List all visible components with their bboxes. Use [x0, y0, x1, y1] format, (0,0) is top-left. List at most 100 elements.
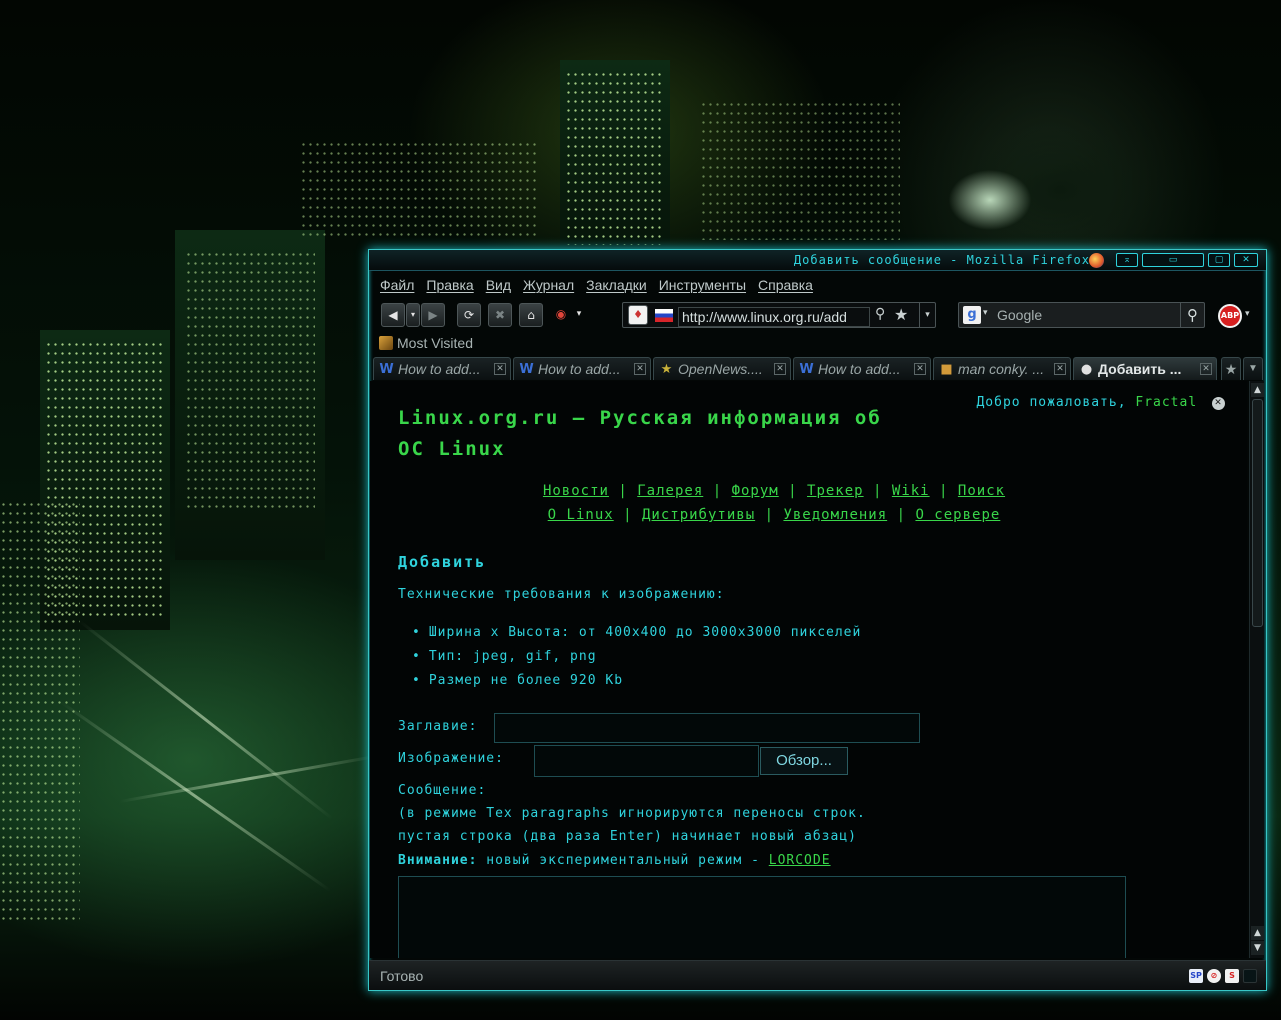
nav-notifications-link[interactable]: Уведомления	[783, 507, 887, 523]
nav-about-linux-link[interactable]: О Linux	[548, 507, 614, 523]
list-item: Ширина x Высота: от 400x400 до 3000x3000…	[412, 621, 861, 645]
bookmark-star-icon[interactable]: ★	[894, 305, 908, 324]
menu-view[interactable]: Вид	[486, 273, 511, 297]
tab-opennews[interactable]: ★ OpenNews.... ✕	[653, 357, 791, 380]
status-s-icon[interactable]: S	[1225, 969, 1239, 983]
window-titlebar[interactable]: Добавить сообщение - Mozilla Firefox ⌅ ▭…	[369, 250, 1266, 271]
tab-list-button[interactable]: ★	[1221, 357, 1241, 380]
wallpaper-city-lights	[565, 70, 665, 245]
vertical-scrollbar[interactable]: ▲ ▲ ▼	[1249, 381, 1264, 958]
adblock-plus-icon[interactable]: ABP	[1218, 304, 1242, 328]
message-textarea[interactable]	[398, 876, 1126, 958]
opennews-favicon-icon: ★	[660, 362, 673, 377]
nav-wiki-link[interactable]: Wiki	[892, 483, 930, 499]
tab-close-icon[interactable]: ✕	[494, 363, 506, 375]
tab-close-icon[interactable]: ✕	[634, 363, 646, 375]
scrollbar-thumb[interactable]	[1252, 399, 1263, 627]
tab-how-to-add-3[interactable]: W How to add... ✕	[793, 357, 931, 380]
scroll-up-icon[interactable]: ▲	[1251, 926, 1264, 940]
menu-bookmarks[interactable]: Закладки	[586, 273, 647, 297]
russian-flag-icon	[655, 309, 673, 322]
url-history-dropdown[interactable]: ▾	[919, 303, 935, 327]
nav-gallery-link[interactable]: Галерея	[637, 483, 703, 499]
wallpaper-city-lights	[185, 250, 315, 510]
maximize-button[interactable]: ▢	[1208, 253, 1230, 267]
wiki-favicon-icon: W	[799, 362, 814, 377]
site-nav: Новости | Галерея | Форум | Трекер | Wik…	[370, 479, 1178, 527]
tab-close-icon[interactable]: ✕	[914, 363, 926, 375]
status-text: Готово	[380, 968, 424, 984]
url-bar[interactable]: ♦ http://www.linux.org.ru/add ⚲ ★ ▾	[622, 302, 936, 328]
menu-help[interactable]: Справка	[758, 273, 813, 297]
url-input[interactable]: http://www.linux.org.ru/add	[678, 307, 870, 327]
wallpaper-street-light	[119, 754, 377, 803]
nav-forum-link[interactable]: Форум	[732, 483, 779, 499]
tab-add-message[interactable]: ● Добавить ... ✕	[1073, 357, 1217, 380]
title-input[interactable]	[494, 713, 920, 743]
list-item: Размер не более 920 Kb	[412, 669, 861, 693]
menu-tools[interactable]: Инструменты	[659, 273, 746, 297]
sp-addon-icon[interactable]: SP	[1189, 969, 1203, 983]
search-input[interactable]: Google	[997, 307, 1042, 323]
back-button[interactable]: ◀	[381, 303, 405, 327]
tab-close-icon[interactable]: ✕	[1054, 363, 1066, 375]
welcome-area: Добро пожаловать, Fractal ✕	[976, 395, 1225, 410]
minimize-button[interactable]: ▭	[1142, 253, 1204, 267]
page-content: Добро пожаловать, Fractal ✕ Linux.org.ru…	[370, 381, 1247, 958]
shade-button[interactable]: ⌅	[1116, 253, 1138, 267]
scroll-down-icon[interactable]: ▼	[1251, 941, 1264, 955]
tab-close-icon[interactable]: ✕	[774, 363, 786, 375]
navigation-toolbar: ◀ ▾ ▶ ⟳ ✖ ⌂ ◉ ▾ ♦ http://www.linux.org.r…	[369, 300, 1266, 332]
close-button[interactable]: ✕	[1234, 253, 1258, 267]
menu-file[interactable]: Файл	[380, 273, 414, 297]
conky-favicon-icon: ■	[940, 362, 953, 377]
google-engine-icon[interactable]: g	[963, 306, 981, 324]
tab-how-to-add-2[interactable]: W How to add... ✕	[513, 357, 651, 380]
nav-about-server-link[interactable]: О сервере	[915, 507, 1000, 523]
requirements-list: Ширина x Высота: от 400x400 до 3000x3000…	[412, 621, 861, 693]
nav-tracker-link[interactable]: Трекер	[807, 483, 864, 499]
window-title: Добавить сообщение - Mozilla Firefox	[793, 253, 1090, 267]
search-bar[interactable]: g ▾ Google ⚲	[958, 302, 1205, 328]
search-icon[interactable]: ⚲	[1180, 303, 1204, 327]
forward-button[interactable]: ▶	[421, 303, 445, 327]
note-line-1: (в режиме Tex paragraphs игнорируются пе…	[398, 806, 866, 821]
note-line-2: пустая строка (два раза Enter) начинает …	[398, 829, 857, 844]
folder-icon	[379, 336, 393, 350]
tab-close-icon[interactable]: ✕	[1200, 363, 1212, 375]
stop-button[interactable]: ✖	[488, 303, 512, 327]
search-key-icon[interactable]: ⚲	[875, 306, 885, 322]
wallpaper-city-lights	[700, 100, 900, 240]
noscript-icon[interactable]: ⊘	[1207, 969, 1221, 983]
nav-news-link[interactable]: Новости	[543, 483, 609, 499]
logout-close-icon[interactable]: ✕	[1212, 397, 1225, 410]
scroll-up-icon[interactable]: ▲	[1251, 383, 1264, 397]
all-tabs-dropdown[interactable]: ▼	[1243, 357, 1263, 380]
addon-icon[interactable]: ◉	[549, 303, 573, 327]
addon-dropdown[interactable]: ▾	[572, 303, 586, 327]
wiki-favicon-icon: W	[519, 362, 534, 377]
home-button[interactable]: ⌂	[519, 303, 543, 327]
back-history-dropdown[interactable]: ▾	[406, 303, 420, 327]
tech-requirements-heading: Технические требования к изображению:	[398, 587, 725, 602]
tab-man-conky[interactable]: ■ man conky. ... ✕	[933, 357, 1071, 380]
image-file-input[interactable]	[534, 745, 759, 777]
reload-button[interactable]: ⟳	[457, 303, 481, 327]
nav-distros-link[interactable]: Дистрибутивы	[642, 507, 755, 523]
user-link[interactable]: Fractal	[1135, 395, 1197, 410]
adblock-dropdown-icon[interactable]: ▾	[1245, 309, 1250, 319]
browse-button[interactable]: Обзор...	[760, 747, 848, 775]
site-title: Linux.org.ru — Русская информация об ОС …	[398, 407, 882, 460]
menu-history[interactable]: Журнал	[523, 273, 574, 297]
most-visited-bookmark[interactable]: Most Visited	[379, 335, 473, 351]
wallpaper-face	[940, 130, 1170, 260]
menu-edit[interactable]: Правка	[426, 273, 473, 297]
resize-grip-icon[interactable]	[1243, 969, 1257, 983]
tab-label: Добавить ...	[1098, 361, 1182, 377]
tab-how-to-add-1[interactable]: W How to add... ✕	[373, 357, 511, 380]
nav-search-link[interactable]: Поиск	[958, 483, 1005, 499]
engine-dropdown-icon[interactable]: ▾	[983, 308, 988, 318]
lorcode-link[interactable]: LORCODE	[769, 853, 831, 868]
tab-label: OpenNews....	[678, 361, 763, 377]
tab-strip: W How to add... ✕ W How to add... ✕ ★ OpenNew…	[369, 357, 1266, 380]
